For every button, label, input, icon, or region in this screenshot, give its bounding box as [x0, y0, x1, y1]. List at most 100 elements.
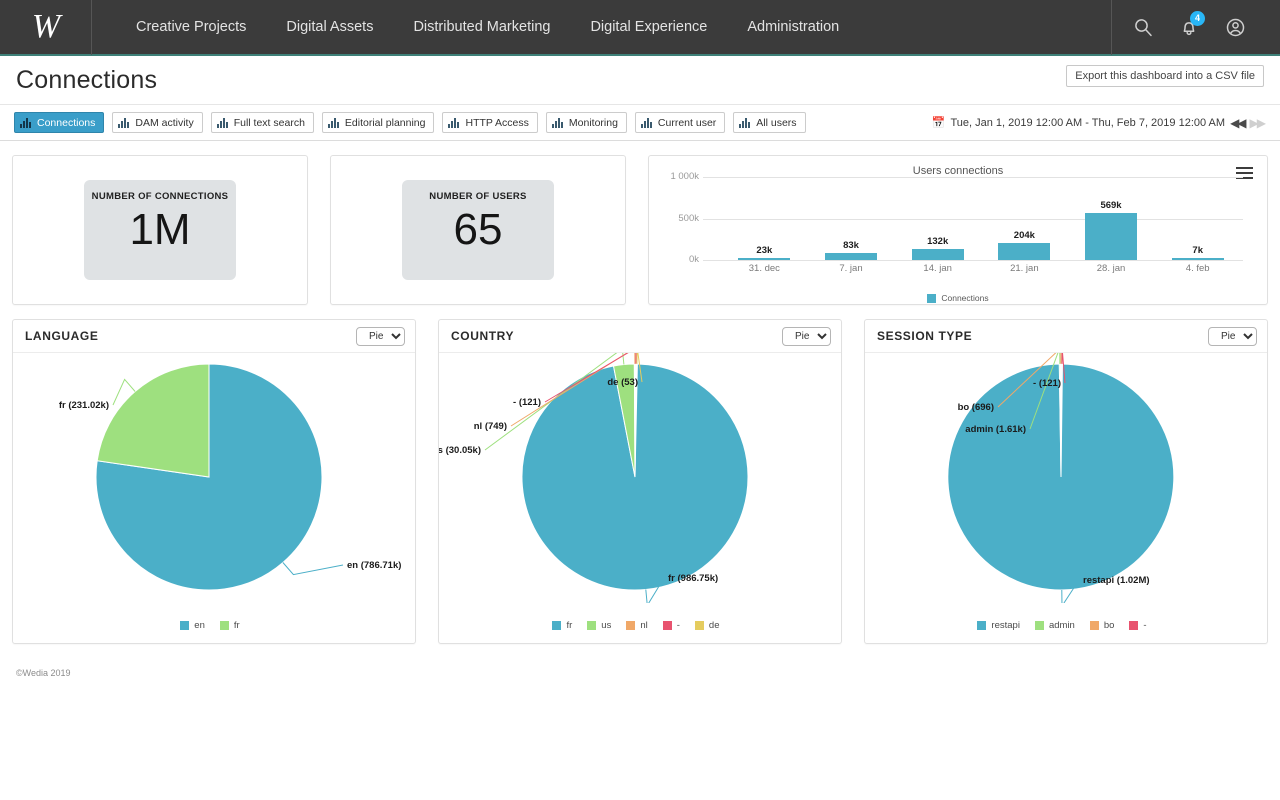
pie-slice[interactable]: [97, 364, 209, 477]
chart-type-select[interactable]: Pie: [1208, 327, 1257, 346]
bar-chart-icon: [217, 117, 228, 128]
bar-chart-icon: [118, 117, 129, 128]
x-axis-tick: 28. jan: [1068, 263, 1155, 274]
bar-column[interactable]: 7k: [1154, 177, 1241, 260]
legend-item[interactable]: fr: [552, 620, 572, 631]
bar[interactable]: [998, 243, 1050, 260]
legend-label: us: [601, 620, 611, 631]
export-csv-button[interactable]: Export this dashboard into a CSV file: [1066, 65, 1264, 87]
next-period-button[interactable]: ▶▶: [1250, 116, 1264, 130]
tab-monitoring[interactable]: Monitoring: [546, 112, 627, 133]
previous-period-button[interactable]: ◀◀: [1230, 116, 1244, 130]
legend-swatch: [180, 621, 189, 630]
tab-label: Current user: [658, 117, 716, 129]
tab-full-text-search[interactable]: Full text search: [211, 112, 314, 133]
tab-all-users[interactable]: All users: [733, 112, 805, 133]
pie-data-label: de (53): [607, 377, 638, 388]
chart-type-select[interactable]: Pie: [782, 327, 831, 346]
pie-data-label: - (121): [513, 397, 541, 408]
legend-label: de: [709, 620, 720, 631]
search-button[interactable]: [1120, 0, 1166, 55]
legend-label: Connections: [941, 293, 988, 303]
date-range-selector[interactable]: 📅 Tue, Jan 1, 2019 12:00 AM - Thu, Feb 7…: [932, 116, 1264, 130]
legend-swatch: [626, 621, 635, 630]
bar-chart-icon: [328, 117, 339, 128]
tab-label: HTTP Access: [465, 117, 528, 129]
nav-item-digital-experience[interactable]: Digital Experience: [570, 0, 727, 55]
nav-item-distributed-marketing[interactable]: Distributed Marketing: [393, 0, 570, 55]
legend-item[interactable]: nl: [626, 620, 647, 631]
bar[interactable]: [1085, 213, 1137, 260]
bar-value-label: 83k: [843, 240, 859, 251]
kpi-value: 65: [454, 208, 503, 252]
calendar-icon: 📅: [932, 116, 946, 129]
bar[interactable]: [825, 253, 877, 260]
bar[interactable]: [912, 249, 964, 260]
app-logo[interactable]: W: [0, 0, 92, 55]
legend-label: -: [677, 620, 680, 631]
legend-item[interactable]: -: [1129, 620, 1146, 631]
kpi-card-connections: NUMBER OF CONNECTIONS 1M: [12, 155, 308, 305]
legend-item[interactable]: bo: [1090, 620, 1115, 631]
legend-item[interactable]: en: [180, 620, 205, 631]
legend-swatch: [587, 621, 596, 630]
notifications-button[interactable]: 4: [1166, 0, 1212, 55]
chart-type-select[interactable]: Pie: [356, 327, 405, 346]
account-button[interactable]: [1212, 0, 1258, 55]
bar[interactable]: [1172, 258, 1224, 260]
tab-connections[interactable]: Connections: [14, 112, 104, 133]
wedia-w-logo-icon: W: [32, 10, 59, 44]
bar-column[interactable]: 23k: [721, 177, 808, 260]
pie-data-label: admin (1.61k): [965, 424, 1026, 435]
nav-item-digital-assets[interactable]: Digital Assets: [266, 0, 393, 55]
page-title-bar: Connections Export this dashboard into a…: [0, 56, 1280, 104]
bar-column[interactable]: 83k: [808, 177, 895, 260]
y-axis-tick: 500k: [657, 213, 699, 224]
tab-label: Monitoring: [569, 117, 618, 129]
bar-column[interactable]: 569k: [1068, 177, 1155, 260]
legend-label: bo: [1104, 620, 1115, 631]
nav-item-creative-projects[interactable]: Creative Projects: [116, 0, 266, 55]
top-navbar: W Creative Projects Digital Assets Distr…: [0, 0, 1280, 56]
legend-label: en: [194, 620, 205, 631]
pie-data-label: fr (231.02k): [59, 400, 109, 411]
legend-swatch: [1129, 621, 1138, 630]
navbar-actions: 4: [1111, 0, 1280, 55]
legend-item[interactable]: -: [663, 620, 680, 631]
legend-swatch: [552, 621, 561, 630]
pie-legend: fr us nl - de: [439, 620, 841, 631]
legend-swatch: [695, 621, 704, 630]
bar-chart-plot-area: 0k500k1 000k 23k83k132k204k569k7k 31. de…: [657, 177, 1253, 282]
kpi-label: NUMBER OF USERS: [429, 191, 526, 202]
tab-dam-activity[interactable]: DAM activity: [112, 112, 202, 133]
legend-item[interactable]: admin: [1035, 620, 1075, 631]
bar-column[interactable]: 204k: [981, 177, 1068, 260]
legend-swatch: [1035, 621, 1044, 630]
chart-legend[interactable]: Connections: [649, 293, 1267, 303]
pie-data-label: bo (696): [958, 402, 994, 413]
kpi-box: NUMBER OF USERS 65: [402, 180, 554, 280]
legend-swatch: [220, 621, 229, 630]
page-title: Connections: [16, 66, 157, 95]
pie-data-label: en (786.71k): [347, 560, 401, 571]
legend-label: admin: [1049, 620, 1075, 631]
tab-current-user[interactable]: Current user: [635, 112, 725, 133]
tab-label: Connections: [37, 117, 95, 129]
legend-item[interactable]: de: [695, 620, 720, 631]
session-type-pie-panel: SESSION TYPE Pie restapi (1.02M)admin (1…: [864, 319, 1268, 644]
pie-data-label: - (121): [1033, 378, 1061, 389]
nav-item-administration[interactable]: Administration: [727, 0, 859, 55]
pie-legend: en fr: [13, 620, 415, 631]
chart-title: Users connections: [649, 156, 1267, 177]
legend-item[interactable]: fr: [220, 620, 240, 631]
pie-data-label: fr (986.75k): [668, 573, 718, 584]
tab-editorial-planning[interactable]: Editorial planning: [322, 112, 435, 133]
bar[interactable]: [738, 258, 790, 260]
bar-chart-icon: [448, 117, 459, 128]
x-axis-tick: 4. feb: [1154, 263, 1241, 274]
country-pie-chart: fr (986.75k)us (30.05k)nl (749)- (121)de…: [439, 353, 831, 603]
legend-item[interactable]: us: [587, 620, 611, 631]
bar-column[interactable]: 132k: [894, 177, 981, 260]
legend-item[interactable]: restapi: [977, 620, 1020, 631]
tab-http-access[interactable]: HTTP Access: [442, 112, 537, 133]
